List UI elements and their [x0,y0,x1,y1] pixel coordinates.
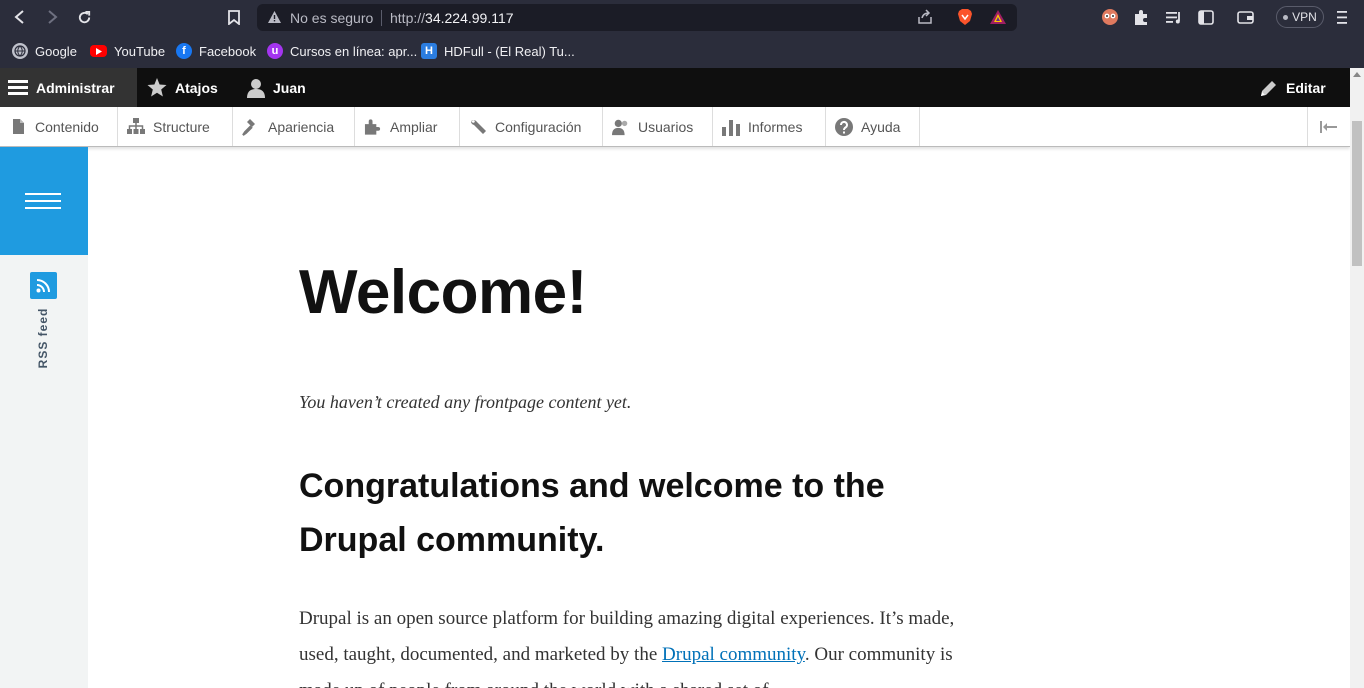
share-icon[interactable] [917,9,933,30]
rewards-icon[interactable] [989,9,1007,30]
vpn-status-dot [1283,14,1289,20]
collapse-left-icon [1320,120,1337,133]
bookmark-label: Cursos en línea: apr... [290,43,418,59]
bookmark-facebook[interactable]: f Facebook [176,42,256,60]
youtube-icon [90,45,107,57]
people-icon [612,118,630,136]
brave-shield-icon[interactable] [957,8,973,31]
empty-frontpage-message: You haven’t created any frontpage conten… [299,392,632,412]
back-icon [14,10,24,24]
reload-icon [78,10,90,23]
rss-icon[interactable] [30,272,57,299]
vpn-button[interactable]: VPN [1276,6,1324,28]
udemy-icon: u [267,43,283,59]
tray-item-label: Configuración [495,118,582,135]
user-icon [247,78,265,98]
tray-item-label: Structure [153,118,210,135]
bookmark-label: YouTube [114,43,166,59]
toolbar-edit-label: Editar [1286,79,1326,96]
page-scrollbar[interactable] [1350,68,1364,688]
toolbar-shortcuts[interactable]: Atajos [139,68,226,107]
admin-tray: Contenido Structure Apariencia Ampliar C… [0,107,1350,147]
star-icon [147,78,167,97]
tray-item-label: Ampliar [390,118,438,135]
playlist-icon[interactable] [1163,8,1183,26]
tray-item-appearance[interactable]: Apariencia [233,107,355,146]
tray-item-reports[interactable]: Informes [713,107,826,146]
tray-item-configuration[interactable]: Configuración [460,107,603,146]
security-status: No es seguro [290,10,374,26]
tray-item-label: Informes [748,118,803,135]
admin-toolbar: Administrar Atajos Juan Editar [0,68,1350,107]
globe-icon [12,43,28,59]
toolbar-manage-label: Administrar [36,79,115,96]
help-icon [835,117,853,136]
pencil-icon [1261,80,1276,96]
drupal-community-link[interactable]: Drupal community [662,644,805,665]
toolbar-user-label: Juan [273,79,306,96]
toolbar-shortcuts-label: Atajos [175,79,218,96]
toolbar-edit[interactable]: Editar [1252,68,1334,107]
vpn-label: VPN [1292,10,1317,24]
bookmark-icon [228,9,240,25]
address-bar[interactable]: No es seguro http://34.224.99.117 [257,4,1017,31]
browser-menu-icon[interactable] [1332,8,1352,26]
tray-item-label: Ayuda [861,118,901,135]
bookmark-cursos[interactable]: u Cursos en línea: apr... [267,42,417,60]
profile-icon[interactable] [1100,8,1120,26]
address-divider [381,10,382,26]
file-icon [9,118,27,136]
hdfull-icon: H [421,43,437,59]
welcome-heading: Congratulations and welcome to the Drupa… [299,467,885,559]
tray-item-extend[interactable]: Ampliar [355,107,460,146]
tray-orientation-toggle[interactable] [1307,107,1350,146]
tray-item-structure[interactable]: Structure [118,107,233,146]
extensions-icon[interactable] [1131,8,1151,26]
tray-item-label: Usuarios [638,118,694,135]
bookmark-youtube[interactable]: YouTube [90,42,165,60]
welcome-paragraph: Drupal is an open source platform for bu… [299,601,964,688]
browser-toolbar: No es seguro http://34.224.99.117 VPN [0,0,1364,34]
wrench-icon [469,118,487,136]
puzzle-icon [364,118,382,136]
paintbrush-icon [242,118,260,136]
forward-button[interactable] [41,7,63,27]
toolbar-user[interactable]: Juan [239,68,314,107]
rss-feed-link[interactable]: RSS feed [36,308,50,369]
scroll-up-icon[interactable] [1353,72,1361,77]
tray-item-label: Contenido [35,118,99,135]
forward-icon [48,10,58,24]
bookmark-page-button[interactable] [223,7,245,27]
url-text: http://34.224.99.117 [390,10,514,26]
scrollbar-thumb[interactable] [1352,121,1362,266]
toolbar-manage[interactable]: Administrar [0,68,137,107]
tray-item-label: Apariencia [268,118,335,135]
warning-icon [267,10,282,29]
tray-item-content[interactable]: Contenido [0,107,118,146]
tray-item-help[interactable]: Ayuda [826,107,920,146]
bookmark-label: Google [35,43,77,59]
sidebar-toggle-icon[interactable] [1196,8,1216,26]
tray-item-people[interactable]: Usuarios [603,107,713,146]
bookmark-google[interactable]: Google [12,42,77,60]
sitemap-icon [127,118,145,136]
facebook-icon: f [176,43,192,59]
bookmark-hdfull[interactable]: H HDFull - (El Real) Tu... [421,42,575,60]
reload-button[interactable] [73,7,95,27]
main-menu-toggle[interactable] [0,147,88,255]
wallet-icon[interactable] [1235,8,1255,26]
page-title: Welcome! [299,258,587,327]
back-button[interactable] [9,7,31,27]
bookmark-label: Facebook [199,43,257,59]
hamburger-icon [8,80,28,95]
bookmarks-bar: Google YouTube f Facebook u Cursos en lí… [0,34,1364,68]
bar-chart-icon [722,118,740,136]
bookmark-label: HDFull - (El Real) Tu... [444,43,575,59]
